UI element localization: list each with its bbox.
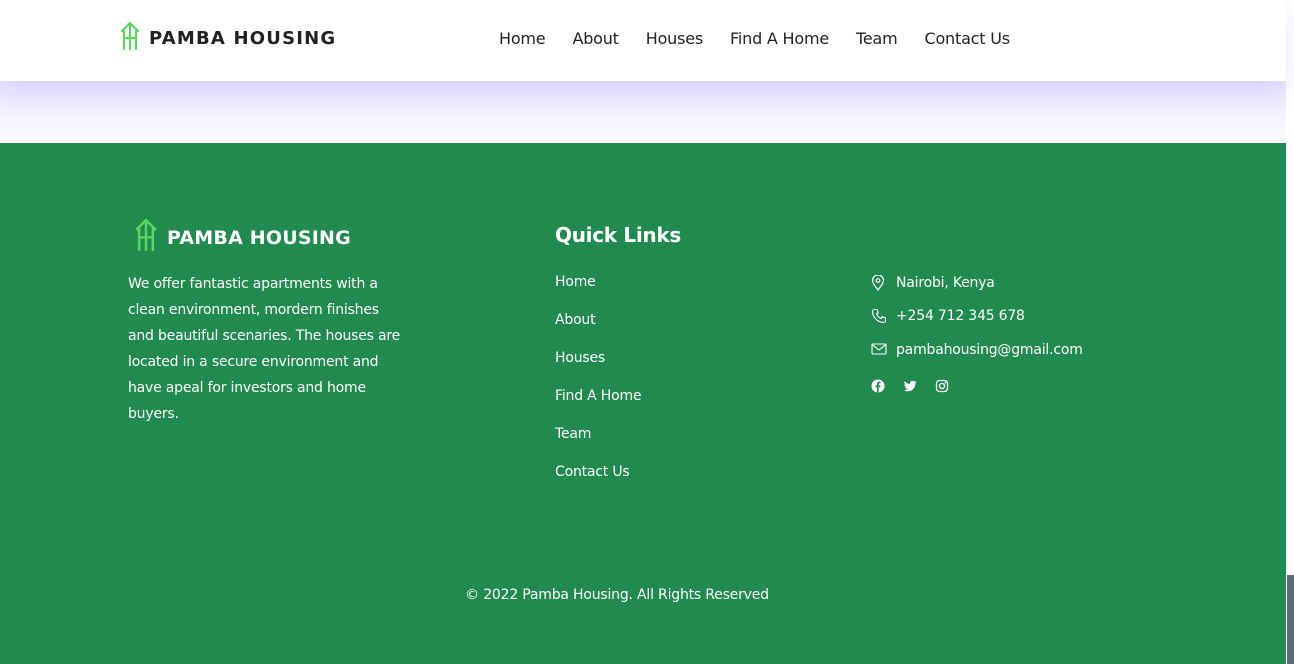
social-links <box>871 379 967 393</box>
list-item: Contact Us <box>555 463 641 501</box>
twitter-icon[interactable] <box>903 379 917 393</box>
house-arrow-logo-icon <box>119 21 141 55</box>
brand-logo[interactable]: PAMBA HOUSING <box>119 21 337 55</box>
nav-item-about[interactable]: About <box>572 29 619 48</box>
contact-info: Nairobi, Kenya +254 712 345 678 pambahou… <box>871 266 1083 367</box>
nav-item-team[interactable]: Team <box>856 29 898 48</box>
contact-location: Nairobi, Kenya <box>871 266 1083 300</box>
list-item: About <box>555 311 641 349</box>
site-footer: PAMBA HOUSING We offer fantastic apartme… <box>0 143 1286 664</box>
page-content-band <box>0 81 1286 143</box>
footer-link-team[interactable]: Team <box>555 426 591 442</box>
page-edge-strip <box>1286 0 1294 664</box>
footer-brand-logo[interactable]: PAMBA HOUSING <box>133 218 351 256</box>
footer-link-houses[interactable]: Houses <box>555 350 605 366</box>
nav-item-houses[interactable]: Houses <box>646 29 703 48</box>
phone-text[interactable]: +254 712 345 678 <box>896 308 1025 324</box>
location-text: Nairobi, Kenya <box>896 274 995 291</box>
list-item: Team <box>555 425 641 463</box>
footer-link-contact-us[interactable]: Contact Us <box>555 464 630 480</box>
phone-icon <box>871 308 887 324</box>
footer-brand-name: PAMBA HOUSING <box>167 226 351 249</box>
footer-about-text: We offer fantastic apartments with a cle… <box>128 276 401 422</box>
brand-name: PAMBA HOUSING <box>149 28 337 49</box>
email-text[interactable]: pambahousing@gmail.com <box>896 342 1083 358</box>
copyright-text: © 2022 Pamba Housing. All Rights Reserve… <box>465 587 769 603</box>
top-navbar: PAMBA HOUSING Home About Houses Find A H… <box>0 0 1286 81</box>
house-arrow-logo-icon <box>133 218 159 256</box>
facebook-icon[interactable] <box>871 379 885 393</box>
nav-item-home[interactable]: Home <box>499 29 546 48</box>
nav-item-contact-us[interactable]: Contact Us <box>925 29 1011 48</box>
nav-item-find-a-home[interactable]: Find A Home <box>730 29 829 48</box>
footer-link-about[interactable]: About <box>555 312 596 328</box>
quick-links-title: Quick Links <box>555 223 681 247</box>
quick-links-list: Home About Houses Find A Home Team Conta… <box>555 273 642 501</box>
footer-link-find-a-home[interactable]: Find A Home <box>555 388 642 404</box>
scrollbar-thumb[interactable] <box>1287 575 1294 664</box>
footer-link-home[interactable]: Home <box>555 274 596 290</box>
contact-phone: +254 712 345 678 <box>871 300 1083 334</box>
instagram-icon[interactable] <box>935 379 949 393</box>
contact-email: pambahousing@gmail.com <box>871 333 1083 367</box>
mail-icon <box>871 342 887 358</box>
list-item: Houses <box>555 349 641 387</box>
map-pin-icon <box>871 274 887 291</box>
main-nav: Home About Houses Find A Home Team Conta… <box>499 29 1037 48</box>
list-item: Home <box>555 273 641 311</box>
list-item: Find A Home <box>555 387 642 425</box>
